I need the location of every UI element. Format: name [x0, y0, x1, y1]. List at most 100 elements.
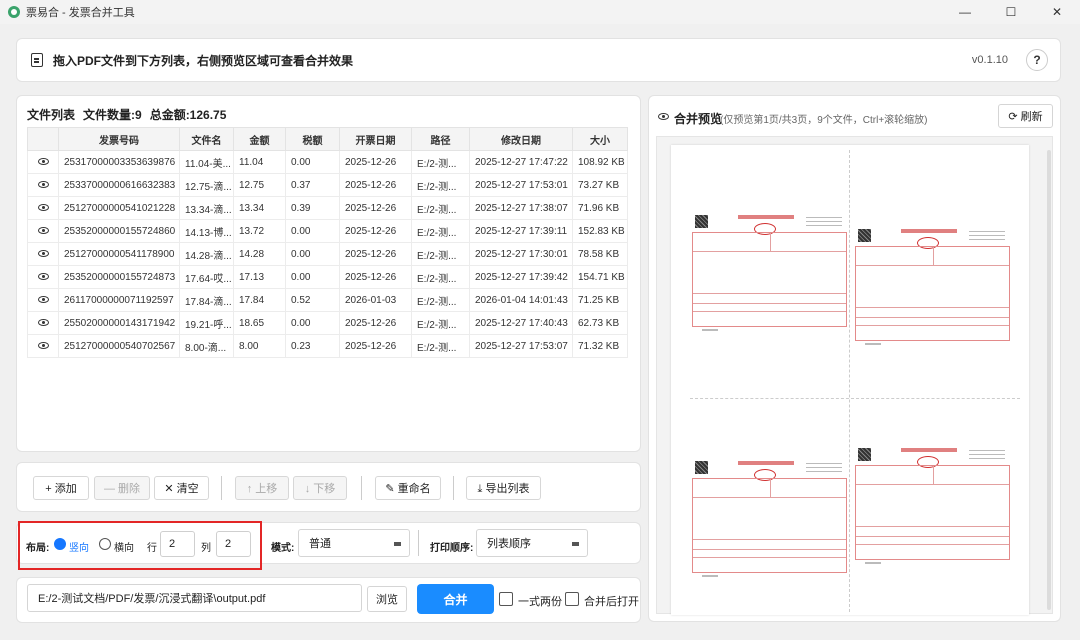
- invoice-number-cell: 25127000000541021228: [58, 196, 180, 220]
- toolbar-divider: [221, 476, 222, 500]
- clear-button[interactable]: ✕ 清空: [154, 476, 209, 500]
- eye-icon[interactable]: [37, 273, 49, 281]
- filename-cell: 8.00-滴...: [179, 334, 234, 358]
- preview-cell[interactable]: [27, 196, 59, 220]
- column-header-path[interactable]: 路径: [411, 127, 470, 151]
- eye-icon[interactable]: [37, 227, 49, 235]
- tax-cell: 0.00: [285, 311, 340, 335]
- tax-cell: 0.23: [285, 334, 340, 358]
- minimize-button[interactable]: —: [942, 0, 988, 24]
- print-order-select[interactable]: 列表顺序: [476, 529, 588, 557]
- toolbar-divider: [453, 476, 454, 500]
- move-up-button[interactable]: ↑ 上移: [235, 476, 289, 500]
- invoice-thumbnail: [855, 448, 1010, 568]
- preview-cell[interactable]: [27, 150, 59, 174]
- table-row[interactable]: 25352000000155724873 17.64-哎... 17.13 0.00 2…: [27, 265, 628, 289]
- modified-date-cell: 2025-12-27 17:53:01: [469, 173, 573, 197]
- duplicate-label[interactable]: 一式两份: [518, 593, 562, 609]
- size-cell: 71.32 KB: [572, 334, 628, 358]
- qr-code-icon: [695, 461, 708, 474]
- eye-icon[interactable]: [37, 250, 49, 258]
- size-cell: 73.27 KB: [572, 173, 628, 197]
- issue-date-cell: 2025-12-26: [339, 150, 412, 174]
- table-row[interactable]: 25337000000616632383 12.75-滴... 12.75 0.37 2…: [27, 173, 628, 197]
- cols-input[interactable]: 2: [216, 531, 251, 557]
- filename-cell: 11.04-美...: [179, 150, 234, 174]
- filename-cell: 14.13-博...: [179, 219, 234, 243]
- invoice-number-cell: 26117000000071192597: [58, 288, 180, 312]
- file-list-title: 文件列表: [27, 108, 76, 122]
- portrait-radio[interactable]: [54, 538, 66, 550]
- export-list-button[interactable]: ⤓ 导出列表: [466, 476, 541, 500]
- mode-select[interactable]: 普通: [298, 529, 410, 557]
- landscape-label[interactable]: 横向: [114, 539, 134, 554]
- landscape-radio[interactable]: [99, 538, 111, 550]
- delete-button[interactable]: — 删除: [94, 476, 150, 500]
- maximize-button[interactable]: ☐: [988, 0, 1034, 24]
- amount-cell: 8.00: [233, 334, 286, 358]
- duplicate-checkbox[interactable]: [499, 592, 513, 606]
- table-row[interactable]: 25317000003353639876 11.04-美... 11.04 0.00 2…: [27, 150, 628, 174]
- table-row[interactable]: 25127000000541178900 14.28-滴... 14.28 0.00 2…: [27, 242, 628, 266]
- output-path-field[interactable]: E:/2-测试文档/PDF/发票/沉浸式翻译\output.pdf: [27, 584, 362, 612]
- table-row[interactable]: 25127000000540702567 8.00-滴... 8.00 0.23 202…: [27, 334, 628, 358]
- browse-button[interactable]: 浏览: [367, 586, 407, 612]
- amount-cell: 17.13: [233, 265, 286, 289]
- issue-date-cell: 2025-12-26: [339, 173, 412, 197]
- title-bar: 票易合 - 发票合并工具 — ☐ ✕: [0, 0, 1080, 24]
- window-title: 票易合 - 发票合并工具: [26, 7, 135, 19]
- add-button[interactable]: + 添加: [33, 476, 89, 500]
- column-header-invoice-no[interactable]: 发票号码: [58, 127, 180, 151]
- move-down-button[interactable]: ↓ 下移: [293, 476, 347, 500]
- size-cell: 108.92 KB: [572, 150, 628, 174]
- column-header-size[interactable]: 大小: [572, 127, 628, 151]
- column-header-filename[interactable]: 文件名: [179, 127, 234, 151]
- help-button[interactable]: ?: [1026, 49, 1048, 71]
- portrait-label[interactable]: 竖向: [69, 539, 89, 554]
- rename-button[interactable]: ✎ 重命名: [375, 476, 441, 500]
- eye-icon[interactable]: [37, 181, 49, 189]
- eye-icon[interactable]: [37, 342, 49, 350]
- modified-date-cell: 2025-12-27 17:39:11: [469, 219, 573, 243]
- open-after-merge-label[interactable]: 合并后打开: [584, 593, 639, 609]
- preview-title: 合并预览: [674, 112, 723, 126]
- size-cell: 78.58 KB: [572, 242, 628, 266]
- table-row[interactable]: 25352000000155724860 14.13-博... 13.72 0.00 2…: [27, 219, 628, 243]
- eye-icon[interactable]: [37, 158, 49, 166]
- amount-cell: 14.28: [233, 242, 286, 266]
- table-row[interactable]: 26117000000071192597 17.84-滴... 17.84 0.52 2…: [27, 288, 628, 312]
- preview-cell[interactable]: [27, 242, 59, 266]
- preview-cell[interactable]: [27, 311, 59, 335]
- modified-date-cell: 2026-01-04 14:01:43: [469, 288, 573, 312]
- table-row[interactable]: 25502000000143171942 19.21-呼... 18.65 0.00 2…: [27, 311, 628, 335]
- preview-cell[interactable]: [27, 265, 59, 289]
- invoice-number-cell: 25317000003353639876: [58, 150, 180, 174]
- column-header-issue-date[interactable]: 开票日期: [339, 127, 412, 151]
- preview-cell[interactable]: [27, 288, 59, 312]
- column-header-amount[interactable]: 金额: [233, 127, 286, 151]
- filename-cell: 12.75-滴...: [179, 173, 234, 197]
- open-after-merge-checkbox[interactable]: [565, 592, 579, 606]
- preview-cell[interactable]: [27, 334, 59, 358]
- preview-cell[interactable]: [27, 173, 59, 197]
- tax-cell: 0.37: [285, 173, 340, 197]
- merge-button[interactable]: 合并: [417, 584, 494, 614]
- refresh-button[interactable]: ⟳ 刷新: [998, 104, 1053, 128]
- preview-cell[interactable]: [27, 219, 59, 243]
- preview-scrollbar[interactable]: [1047, 150, 1051, 610]
- eye-icon[interactable]: [37, 204, 49, 212]
- document-icon: [31, 53, 43, 67]
- close-button[interactable]: ✕: [1034, 0, 1080, 24]
- issue-date-cell: 2025-12-26: [339, 311, 412, 335]
- eye-icon[interactable]: [37, 319, 49, 327]
- invoice-number-cell: 25127000000540702567: [58, 334, 180, 358]
- tax-cell: 0.39: [285, 196, 340, 220]
- amount-cell: 11.04: [233, 150, 286, 174]
- eye-icon[interactable]: [37, 296, 49, 304]
- options-divider: [418, 530, 419, 556]
- column-header-modified[interactable]: 修改日期: [469, 127, 573, 151]
- table-row[interactable]: 25127000000541021228 13.34-滴... 13.34 0.39 2…: [27, 196, 628, 220]
- modified-date-cell: 2025-12-27 17:53:07: [469, 334, 573, 358]
- column-header-tax[interactable]: 税额: [285, 127, 340, 151]
- rows-input[interactable]: 2: [160, 531, 195, 557]
